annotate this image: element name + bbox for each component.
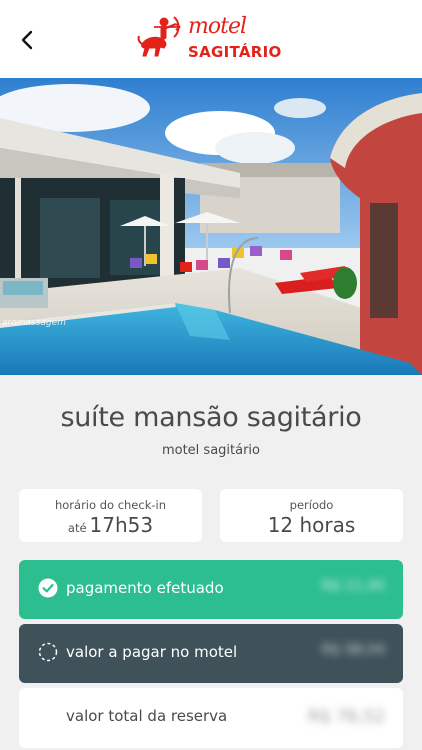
checkin-label: horário do check-in bbox=[54, 498, 166, 512]
payment-paid-label: pagamento efetuado bbox=[66, 579, 224, 597]
logo-script-text: motel bbox=[188, 14, 247, 39]
checkin-time: 17h53 bbox=[89, 513, 154, 537]
checkin-card: horário do check-in até 17h53 bbox=[19, 489, 202, 542]
dashed-circle-icon bbox=[38, 642, 58, 662]
archer-centaur-icon bbox=[137, 16, 181, 57]
checkin-value-row: até 17h53 bbox=[19, 513, 202, 537]
logo-name-text: SAGITÁRIO bbox=[188, 43, 282, 61]
reservation-total-label: valor total da reserva bbox=[66, 707, 228, 725]
payment-paid-amount: R$ 11,40 bbox=[321, 578, 385, 594]
period-label: período bbox=[289, 498, 334, 512]
checkin-prefix: até bbox=[67, 521, 87, 535]
period-value-row: 12 horas bbox=[220, 513, 403, 537]
photo-watermark: aromassagem bbox=[2, 318, 66, 328]
period-value: 12 horas bbox=[267, 513, 356, 537]
pool-courtyard-image: aromassagem bbox=[0, 78, 422, 375]
motel-name: motel sagitário bbox=[161, 443, 261, 458]
payment-paid-row: pagamento efetuado R$ 11,40 bbox=[19, 560, 403, 619]
reservation-total-amount: R$ 76,52 bbox=[308, 707, 385, 727]
reservation-total-row: valor total da reserva R$ 76,52 bbox=[19, 688, 403, 748]
payment-due-label: valor a pagar no motel bbox=[66, 643, 238, 661]
back-button[interactable] bbox=[14, 26, 42, 54]
app-header: motel SAGITÁRIO bbox=[0, 0, 422, 78]
chevron-left-icon bbox=[21, 30, 33, 50]
payment-due-amount: R$ 98,04 bbox=[321, 642, 385, 658]
suite-title: suíte mansão sagitário bbox=[60, 402, 362, 433]
period-card: período 12 horas bbox=[220, 489, 403, 542]
motel-logo: motel SAGITÁRIO bbox=[136, 12, 288, 66]
suite-photo: aromassagem bbox=[0, 78, 422, 375]
payment-due-row: valor a pagar no motel R$ 98,04 bbox=[19, 624, 403, 683]
check-circle-icon bbox=[38, 578, 58, 598]
